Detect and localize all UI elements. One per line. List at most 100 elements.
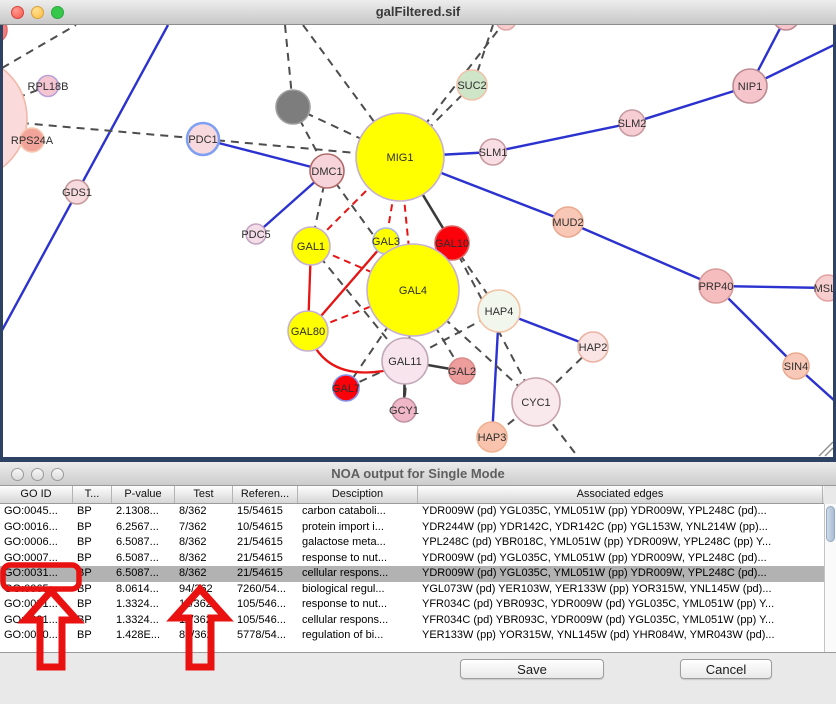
table-cell: 8.0614... [112, 582, 175, 598]
table-cell: YDR244W (pp) YDR142C, YDR142C (pp) YGL15… [418, 520, 823, 536]
table-cell: 21/54615 [233, 551, 298, 567]
table-cell: YFR034C (pd) YBR093C, YDR009W (pd) YGL03… [418, 613, 823, 629]
table-row[interactable]: GO:0031...BP1.3324...11/362105/546...res… [0, 597, 824, 613]
table-cell: 1.3324... [112, 613, 175, 629]
network-edge[interactable] [3, 25, 168, 334]
table-cell: YER133W (pp) YOR315W, YNL145W (pd) YHR08… [418, 628, 823, 644]
column-header[interactable]: T... [73, 486, 112, 503]
noa-window-titlebar[interactable]: NOA output for Single Mode [0, 462, 836, 486]
node-label-rpl18b: RPL18B [28, 81, 69, 93]
table-cell: GO:0006... [0, 535, 73, 551]
node-label-suc2: SUC2 [457, 80, 486, 92]
network-window-titlebar[interactable]: galFiltered.sif [0, 0, 836, 25]
vertical-scrollbar[interactable] [824, 504, 836, 652]
node-label-gds1: GDS1 [62, 187, 92, 199]
node-label-slm2: SLM2 [618, 118, 647, 130]
node-label-gal1: GAL1 [297, 241, 325, 253]
node-label-sin4: SIN4 [784, 361, 808, 373]
network-node-cred[interactable] [3, 25, 7, 43]
minimize-button-icon[interactable] [31, 6, 44, 19]
table-cell: BP [73, 597, 112, 613]
network-edge[interactable] [568, 222, 716, 286]
table-cell: 1.428E... [112, 628, 175, 644]
node-label-dmc1: DMC1 [311, 166, 342, 178]
table-row[interactable]: GO:0065...BP8.0614...94/3627260/54...bio… [0, 582, 824, 598]
column-header[interactable]: Associated edges [418, 486, 823, 503]
column-header[interactable]: Referen... [233, 486, 298, 503]
table-cell: protein import i... [298, 520, 418, 536]
zoom-button-icon[interactable] [51, 468, 64, 481]
table-row[interactable]: GO:0050...BP1.428E...80/3625778/54...reg… [0, 628, 824, 644]
table-cell: 15/54615 [233, 504, 298, 520]
table-row[interactable]: GO:0006...BP6.5087...8/36221/54615galact… [0, 535, 824, 551]
table-cell: GO:0065... [0, 582, 73, 598]
table-cell: YDR009W (pd) YGL035C, YML051W (pp) YDR00… [418, 566, 823, 582]
table-cell: response to nut... [298, 597, 418, 613]
column-header[interactable]: GO ID [0, 486, 73, 503]
cancel-button[interactable]: Cancel [680, 659, 772, 679]
node-label-slm1: SLM1 [479, 147, 508, 159]
network-window-title: galFiltered.sif [0, 0, 836, 24]
table-cell: 6.5087... [112, 535, 175, 551]
table-cell: 21/54615 [233, 566, 298, 582]
results-table[interactable]: GO:0045...BP2.1308...8/36215/54615carbon… [0, 504, 824, 652]
network-node-top2[interactable] [773, 25, 799, 30]
node-label-hap3: HAP3 [478, 432, 507, 444]
node-label-gal80: GAL80 [291, 326, 325, 338]
table-cell: 8/362 [175, 504, 233, 520]
network-edge[interactable] [493, 123, 632, 152]
node-label-cyc1: CYC1 [521, 397, 550, 409]
table-cell: BP [73, 566, 112, 582]
close-button-icon[interactable] [11, 6, 24, 19]
table-row[interactable]: GO:0045...BP2.1308...8/36215/54615carbon… [0, 504, 824, 520]
table-cell: 105/546... [233, 613, 298, 629]
network-window: galFiltered.sif RPL18B RPS24A GDS1 PDC1 DMC1… [0, 0, 836, 457]
table-row[interactable]: GO:0007...BP6.5087...8/36221/54615respon… [0, 551, 824, 567]
minimize-button-icon[interactable] [31, 468, 44, 481]
table-cell: 8/362 [175, 566, 233, 582]
save-button[interactable]: Save [460, 659, 604, 679]
table-cell: GO:0031... [0, 566, 73, 582]
column-header[interactable]: Desciption [298, 486, 418, 503]
network-canvas[interactable]: RPL18BRPS24AGDS1PDC1DMC1MIG1PDC5SUC2SLM1… [3, 25, 833, 457]
table-cell: 80/362 [175, 628, 233, 644]
table-cell: BP [73, 520, 112, 536]
table-row[interactable]: GO:0016...BP6.2567...7/36210/54615protei… [0, 520, 824, 536]
table-cell: YDR009W (pd) YGL035C, YML051W (pp) YDR00… [418, 504, 823, 520]
network-node-gray[interactable] [276, 90, 310, 124]
table-cell: YGL073W (pd) YER103W, YER133W (pp) YOR31… [418, 582, 823, 598]
table-cell: GO:0007... [0, 551, 73, 567]
table-cell: 6.2567... [112, 520, 175, 536]
table-cell: 7260/54... [233, 582, 298, 598]
close-button-icon[interactable] [11, 468, 24, 481]
column-header[interactable]: Test [175, 486, 233, 503]
network-edge[interactable] [3, 25, 76, 68]
scrollbar-thumb[interactable] [826, 506, 835, 542]
table-row[interactable]: GO:0031...BP1.3324...11/362105/546...cel… [0, 613, 824, 629]
network-edge[interactable] [632, 86, 750, 123]
node-label-msl1: MSL1 [814, 283, 833, 295]
node-label-prp40: PRP40 [699, 281, 734, 293]
table-cell: carbon cataboli... [298, 504, 418, 520]
node-label-hap4: HAP4 [485, 306, 514, 318]
zoom-button-icon[interactable] [51, 6, 64, 19]
table-cell: 2.1308... [112, 504, 175, 520]
column-header[interactable]: P-value [112, 486, 175, 503]
network-node-bigl[interactable] [3, 56, 27, 180]
node-label-gcy1: GCY1 [389, 405, 419, 417]
table-cell: GO:0045... [0, 504, 73, 520]
resize-grip-icon[interactable] [819, 442, 833, 456]
table-row[interactable]: GO:0031...BP6.5087...8/36221/54615cellul… [0, 566, 824, 582]
table-cell: BP [73, 551, 112, 567]
table-cell: 11/362 [175, 597, 233, 613]
table-cell: biological regul... [298, 582, 418, 598]
node-label-pdc5: PDC5 [241, 229, 270, 241]
node-label-gal4: GAL4 [399, 285, 427, 297]
network-node-tp1[interactable] [496, 25, 516, 30]
table-cell: galactose meta... [298, 535, 418, 551]
node-label-gal7: GAL7 [332, 383, 360, 395]
node-label-gal2: GAL2 [448, 366, 476, 378]
node-label-pdc1: PDC1 [188, 134, 217, 146]
table-cell: BP [73, 613, 112, 629]
node-label-rps24a: RPS24A [11, 135, 54, 147]
